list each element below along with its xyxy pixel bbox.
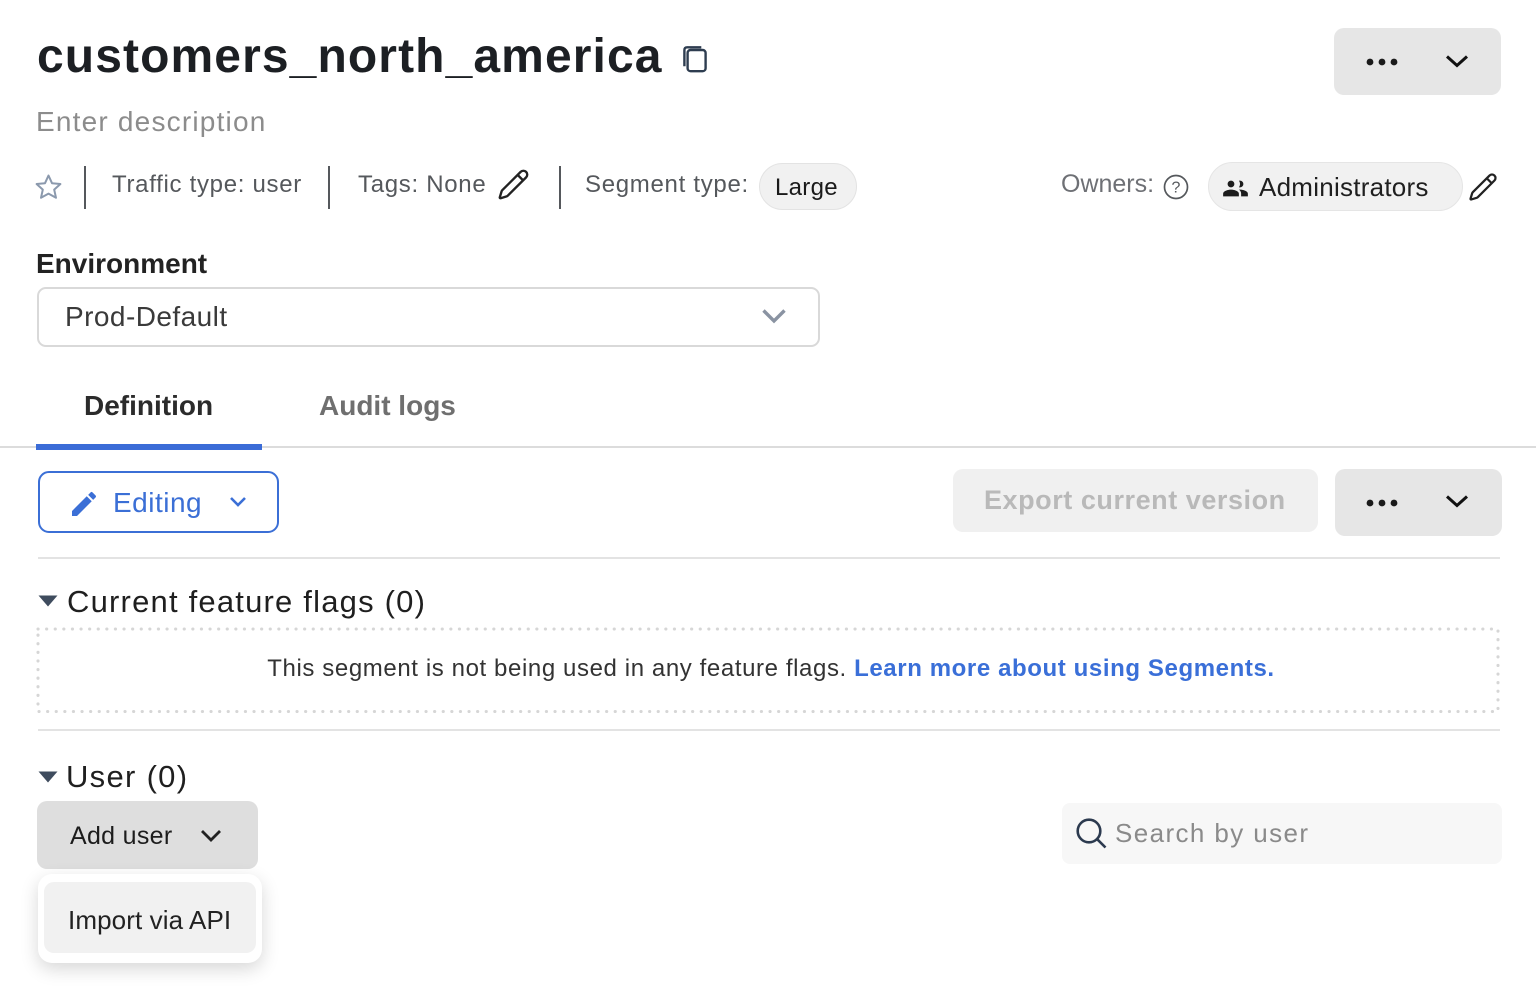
svg-text:?: ? (1172, 180, 1181, 197)
